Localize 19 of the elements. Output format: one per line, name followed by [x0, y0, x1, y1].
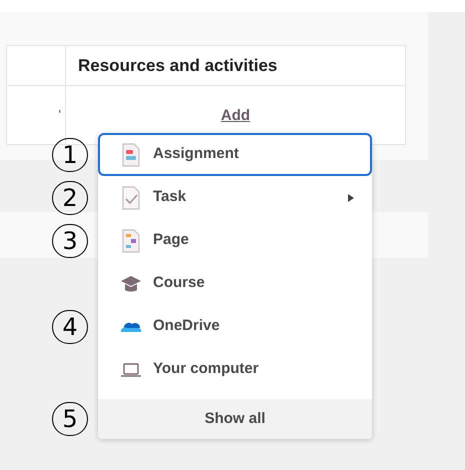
add-link[interactable]: Add	[220, 105, 250, 128]
step-number: 2	[52, 180, 88, 214]
menu-item[interactable]: OneDrive	[98, 305, 372, 348]
checklist-icon	[120, 186, 142, 210]
table-cell-text: '	[58, 106, 61, 124]
menu-item[interactable]: Course	[98, 262, 372, 305]
step-number: 4	[52, 310, 88, 344]
step-number: 5	[52, 402, 88, 436]
caret-icon	[348, 194, 354, 202]
menu-item[interactable]: Page	[98, 219, 372, 262]
menu-item[interactable]: Task	[98, 176, 372, 219]
step-number: 3	[52, 224, 88, 258]
show-all-button[interactable]: Show all	[98, 399, 372, 439]
menu-item[interactable]: Assignment	[98, 133, 372, 176]
column-header: Resources and activities	[78, 54, 278, 77]
step-number: 1	[52, 138, 88, 172]
page-icon	[120, 228, 142, 252]
menu-item[interactable]: Your computer	[98, 348, 372, 391]
document-icon	[120, 142, 142, 166]
